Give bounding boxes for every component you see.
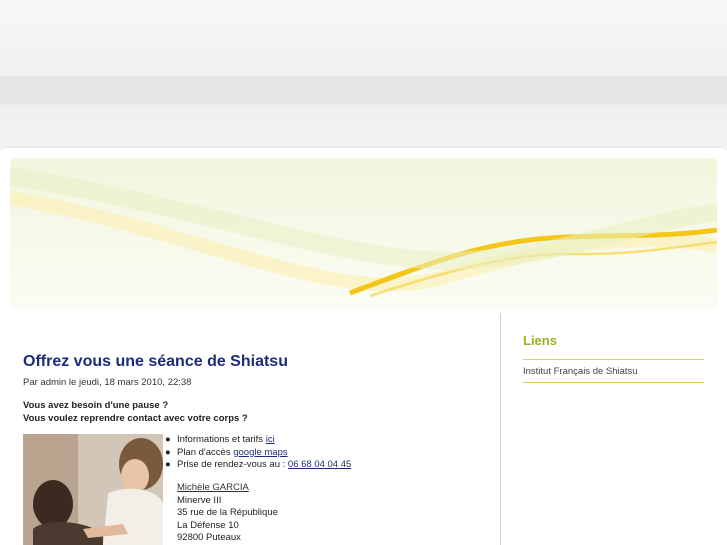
practitioner-name[interactable]: Michèle GARCIA bbox=[177, 482, 278, 495]
column-divider bbox=[500, 313, 501, 545]
sidebar-title: Liens bbox=[523, 333, 557, 348]
phone-link[interactable]: 06 68 04 04 45 bbox=[288, 459, 351, 470]
info-item-rdv: ● Prise de rendez-vous au : 06 68 04 04 4… bbox=[165, 459, 351, 472]
sidebar-divider bbox=[523, 359, 704, 360]
shiatsu-photo bbox=[23, 434, 163, 545]
intro-line-2: Vous voulez reprendre contact avec votre… bbox=[23, 413, 248, 424]
info-item-label: Informations et tarifs bbox=[177, 434, 266, 445]
address-line: 92800 Puteaux bbox=[177, 532, 241, 543]
address-line: Minerve III bbox=[177, 494, 222, 506]
info-list: ● Informations et tarifs ici ● Plan d'accè… bbox=[165, 434, 351, 472]
info-item-tarifs: ● Informations et tarifs ici bbox=[165, 434, 351, 447]
post-intro: Vous avez besoin d'une pause ? Vous voul… bbox=[23, 399, 248, 425]
sidebar-link-ifs[interactable]: Institut Français de Shiatsu bbox=[523, 366, 638, 377]
intro-line-1: Vous avez besoin d'une pause ? bbox=[23, 400, 169, 411]
address-line: La Défense 10 bbox=[177, 519, 239, 531]
header-banner bbox=[10, 158, 717, 310]
page-top-background bbox=[0, 0, 727, 150]
post-title[interactable]: Offrez vous une séance de Shiatsu bbox=[23, 353, 288, 371]
bullet-icon: ● bbox=[165, 434, 171, 445]
info-item-label: Plan d'accès bbox=[177, 446, 234, 458]
address-block: Michèle GARCIA Minerve III 35 rue de la … bbox=[177, 482, 278, 545]
post-meta: Par admin le jeudi, 18 mars 2010, 22:38 bbox=[23, 377, 192, 388]
bullet-icon: ● bbox=[165, 446, 171, 458]
tarifs-link[interactable]: ici bbox=[266, 434, 275, 445]
info-item-label: Prise de rendez-vous au : bbox=[177, 459, 288, 470]
google-maps-link[interactable]: google maps bbox=[233, 447, 287, 458]
address-line: 35 rue de la République bbox=[177, 507, 278, 518]
sidebar-divider bbox=[523, 382, 704, 383]
info-item-plan: ● Plan d'accès google maps bbox=[165, 447, 351, 460]
banner-swoosh-graphic bbox=[10, 167, 717, 298]
bullet-icon: ● bbox=[165, 459, 171, 470]
